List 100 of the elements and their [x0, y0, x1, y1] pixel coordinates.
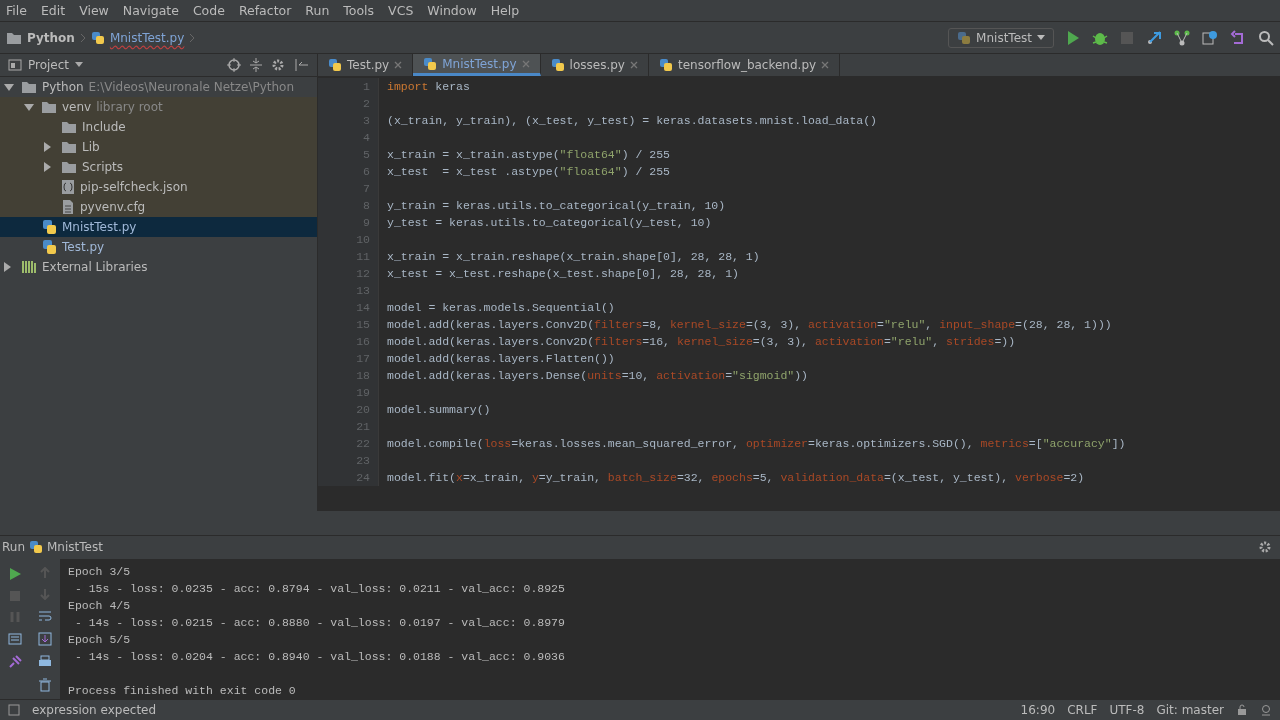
folder-icon — [61, 140, 77, 155]
code-line: model.fit(x=x_train, y=y_train, batch_size=32, epochs=5, validation_data=(x_test, y_test), verbose=2) — [387, 471, 1085, 485]
chevron-icon — [189, 32, 196, 43]
status-message: expression expected — [32, 703, 158, 718]
panel-title[interactable]: Project — [28, 58, 70, 73]
close-icon[interactable] — [821, 61, 830, 70]
code-line: model.summary() — [387, 403, 491, 417]
scroll-end-icon[interactable] — [38, 632, 52, 647]
cursor-position[interactable]: 16:90 — [1020, 703, 1056, 718]
line-separator[interactable]: CRLF — [1067, 703, 1098, 718]
expanded-arrow-icon[interactable] — [24, 103, 34, 111]
menu-item[interactable]: View — [73, 2, 115, 18]
menu-item[interactable]: Navigate — [116, 2, 185, 18]
menu-item[interactable]: Tools — [337, 2, 381, 18]
editor-tab[interactable]: MnistTest.py — [413, 54, 541, 77]
caret-icon[interactable] — [75, 62, 84, 69]
locate-icon[interactable] — [227, 58, 241, 73]
run-tab[interactable]: MnistTest — [47, 540, 103, 555]
console-line: - 14s - loss: 0.0215 - acc: 0.8880 - val_loss: 0.0197 - val_acc: 0.8979 — [73, 616, 565, 630]
console-line: Process finished with exit code 0 — [68, 684, 296, 698]
tree-item[interactable]: MnistTest.py — [0, 217, 317, 238]
editor-tab[interactable]: losses.py — [540, 54, 649, 77]
tree-item[interactable]: External Libraries — [0, 257, 317, 278]
breadcrumb-item[interactable]: Python — [27, 30, 75, 45]
python-file-icon — [41, 239, 57, 256]
code-line: x_train = x_train.astype("float64") / 255 — [387, 148, 670, 162]
code-line: import keras — [387, 80, 470, 94]
text-file-icon — [61, 199, 75, 216]
tree-item[interactable]: Scripts — [0, 157, 317, 178]
run-configuration-dropdown[interactable]: MnistTest — [948, 27, 1054, 48]
python-file-icon — [90, 30, 105, 45]
editor-tab[interactable]: tensorflow_backend.py — [648, 54, 841, 77]
close-icon[interactable] — [629, 61, 638, 70]
git-branch[interactable]: Git: master — [1156, 703, 1224, 718]
wrap-icon[interactable] — [38, 609, 52, 624]
panel-toggle-icon[interactable] — [8, 704, 20, 717]
trash-icon[interactable] — [38, 678, 52, 693]
menu-item[interactable]: Edit — [34, 2, 72, 18]
folder-icon — [41, 100, 57, 115]
lock-icon[interactable] — [1236, 704, 1248, 717]
project-icon — [8, 59, 22, 72]
python-file-icon — [29, 540, 43, 555]
python-file-icon — [957, 30, 972, 45]
collapse-icon[interactable] — [249, 58, 263, 73]
code-line: model.add(keras.layers.Conv2D(filters=16, kernel_size=(3, 3), activation="relu", strides=)) — [387, 335, 1016, 349]
code-line: x_train = x_train.reshape(x_train.shape[0], 28, 28, 1) — [387, 250, 760, 264]
tree-item[interactable]: venv library root — [0, 97, 317, 118]
panel-title[interactable]: Run — [2, 540, 25, 555]
run-icon[interactable] — [8, 567, 22, 582]
code-line: x_test = x_test.reshape(x_test.shape[0], 28, 28, 1) — [387, 267, 739, 281]
close-icon[interactable] — [394, 61, 403, 70]
code-line: x_test = x_test .astype("float64") / 255 — [387, 165, 670, 179]
json-file-icon — [61, 179, 75, 196]
vcs-update-icon[interactable] — [1146, 29, 1162, 46]
collapsed-arrow-icon[interactable] — [44, 162, 51, 173]
breadcrumb-item[interactable]: MnistTest.py — [109, 30, 185, 45]
code-line: y_train = keras.utils.to_categorical(y_train, 10) — [387, 199, 726, 213]
search-icon[interactable] — [1258, 29, 1274, 46]
menu-item[interactable]: File — [0, 2, 33, 18]
code-line: model.add(keras.layers.Conv2D(filters=8, kernel_size=(3, 3), activation="relu", input_shape=(28, 28, 1))) — [387, 318, 1112, 332]
folder-icon — [21, 80, 37, 95]
tree-item[interactable]: pip-selfcheck.json — [0, 177, 317, 198]
python-file-icon — [328, 58, 342, 73]
vcs-commit-icon[interactable] — [1174, 29, 1190, 46]
hide-panel-icon[interactable] — [295, 58, 309, 73]
menu-item[interactable]: Run — [299, 2, 336, 18]
revert-icon[interactable] — [1230, 29, 1246, 46]
tree-item[interactable]: pyvenv.cfg — [0, 197, 317, 218]
code-line: model.add(keras.layers.Flatten()) — [387, 352, 615, 366]
menu-item[interactable]: Code — [186, 2, 231, 18]
folder-icon — [61, 120, 77, 135]
python-file-icon — [41, 219, 57, 236]
folder-icon — [61, 160, 77, 175]
collapsed-arrow-icon[interactable] — [4, 262, 11, 273]
tree-item[interactable]: Include — [0, 117, 317, 138]
python-file-icon — [423, 56, 438, 71]
inspector-icon[interactable] — [1260, 704, 1272, 717]
menu-item[interactable]: Window — [421, 2, 483, 18]
tree-item[interactable]: Python E:\Videos\Neuronale Netze\Python — [0, 77, 317, 98]
code-line: model = keras.models.Sequential() — [387, 301, 615, 315]
run-icon[interactable] — [1066, 29, 1080, 46]
file-encoding[interactable]: UTF-8 — [1109, 703, 1145, 718]
layout-icon[interactable] — [8, 632, 22, 647]
collapsed-arrow-icon[interactable] — [44, 142, 51, 153]
python-file-icon — [658, 58, 673, 73]
folder-icon — [6, 30, 22, 45]
console-line: Epoch 3/5 — [68, 565, 131, 579]
expanded-arrow-icon[interactable] — [4, 83, 14, 91]
tree-item[interactable]: Lib — [0, 137, 317, 158]
code-line: model.compile(loss=keras.losses.mean_squared_error, optimizer=keras.optimizers.SGD(), metrics=["accuracy"]) — [387, 437, 1126, 451]
code-line: (x_train, y_train), (x_test, y_test) = keras.datasets.mnist.load_data() — [387, 114, 877, 128]
menu-item[interactable]: Refactor — [232, 2, 298, 18]
tree-item[interactable]: Test.py — [0, 237, 317, 258]
caret-icon — [1037, 34, 1045, 41]
console-line: Epoch 5/5 — [68, 633, 131, 647]
menu-item[interactable]: VCS — [382, 2, 420, 18]
chevron-icon — [79, 32, 86, 43]
console-line: Epoch 4/5 — [68, 599, 131, 613]
menu-item[interactable]: Help — [484, 2, 526, 18]
code-line: model.add(keras.layers.Dense(units=10, activation="sigmoid")) — [387, 369, 809, 383]
